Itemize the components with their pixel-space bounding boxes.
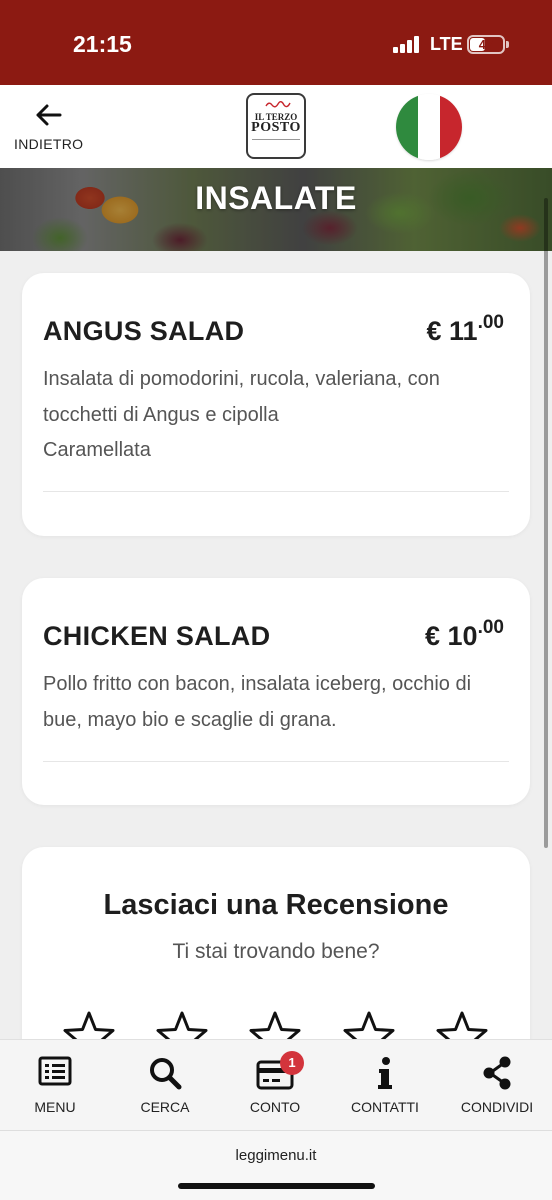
share-icon [483,1056,511,1090]
item-name: ANGUS SALAD [43,316,245,346]
divider [43,761,509,762]
price-cents: .00 [477,312,504,333]
arrow-left-icon [36,104,62,126]
nav-label: CONTATTI [351,1099,419,1115]
status-time: 21:15 [73,31,132,57]
nav-label: CERCA [140,1099,190,1115]
battery-tip [506,41,509,48]
nav-contacts-button[interactable]: CONTATTI [350,1040,420,1131]
nav-label: CONTO [249,1099,301,1115]
home-indicator[interactable] [178,1183,375,1189]
language-flag-button[interactable] [396,94,462,160]
battery-level: 47 [478,37,494,52]
item-name: CHICKEN SALAD [43,621,271,651]
back-button[interactable]: INDIETRO [14,101,88,157]
nav-label: MENU [34,1099,76,1115]
nav-bill-button[interactable]: 1 CONTO [240,1040,310,1131]
info-icon [378,1057,392,1089]
list-icon [38,1056,72,1086]
restaurant-logo[interactable]: IL TERZO POSTO [246,93,306,159]
nav-share-button[interactable]: CONDIVIDI [461,1040,533,1131]
status-bar: 21:15 LTE 47 [0,0,552,85]
item-description: Pollo fritto con bacon, insalata iceberg… [43,673,472,731]
url-text: leggimenu.it [235,1147,317,1164]
search-icon [150,1058,182,1090]
logo-text-main: POSTO [251,120,301,135]
browser-address-bar[interactable]: leggimenu.it [0,1130,552,1200]
back-label: INDIETRO [14,136,84,152]
menu-item-card[interactable]: CHICKEN SALAD € 10.00 Pollo fritto con b… [22,578,530,805]
price-main: € 10 [425,621,478,651]
signal-icon [393,35,419,53]
battery-icon: 47 [467,35,505,54]
logo-tagline [252,139,300,140]
scrollbar[interactable] [544,198,548,848]
nav-search-button[interactable]: CERCA [130,1040,200,1131]
bill-badge: 1 [280,1051,304,1075]
category-title: INSALATE [195,180,357,216]
flag-green-stripe [396,94,418,160]
network-label: LTE [430,34,463,54]
review-subtitle: Ti stai trovando bene? [172,940,380,963]
nav-label: CONDIVIDI [460,1099,534,1115]
app-header: INDIETRO IL TERZO POSTO [0,85,552,168]
category-banner: INSALATE [0,168,552,251]
divider [43,491,509,492]
price-main: € 11 [426,316,478,346]
item-price: € 11.00 [426,312,504,347]
flag-white-stripe [418,94,440,160]
logo-wave-icon [265,101,291,108]
item-price: € 10.00 [425,617,504,652]
price-cents: .00 [477,617,504,638]
bottom-navigation: MENU CERCA 1 CONTO CONTATTI CONDIVIDI [0,1039,552,1130]
nav-menu-button[interactable]: MENU [20,1040,90,1131]
item-description: Insalata di pomodorini, rucola, valerian… [43,368,440,461]
menu-item-card[interactable]: ANGUS SALAD € 11.00 Insalata di pomodori… [22,273,530,536]
flag-red-stripe [440,94,462,160]
review-title: Lasciaci una Recensione [103,889,449,921]
